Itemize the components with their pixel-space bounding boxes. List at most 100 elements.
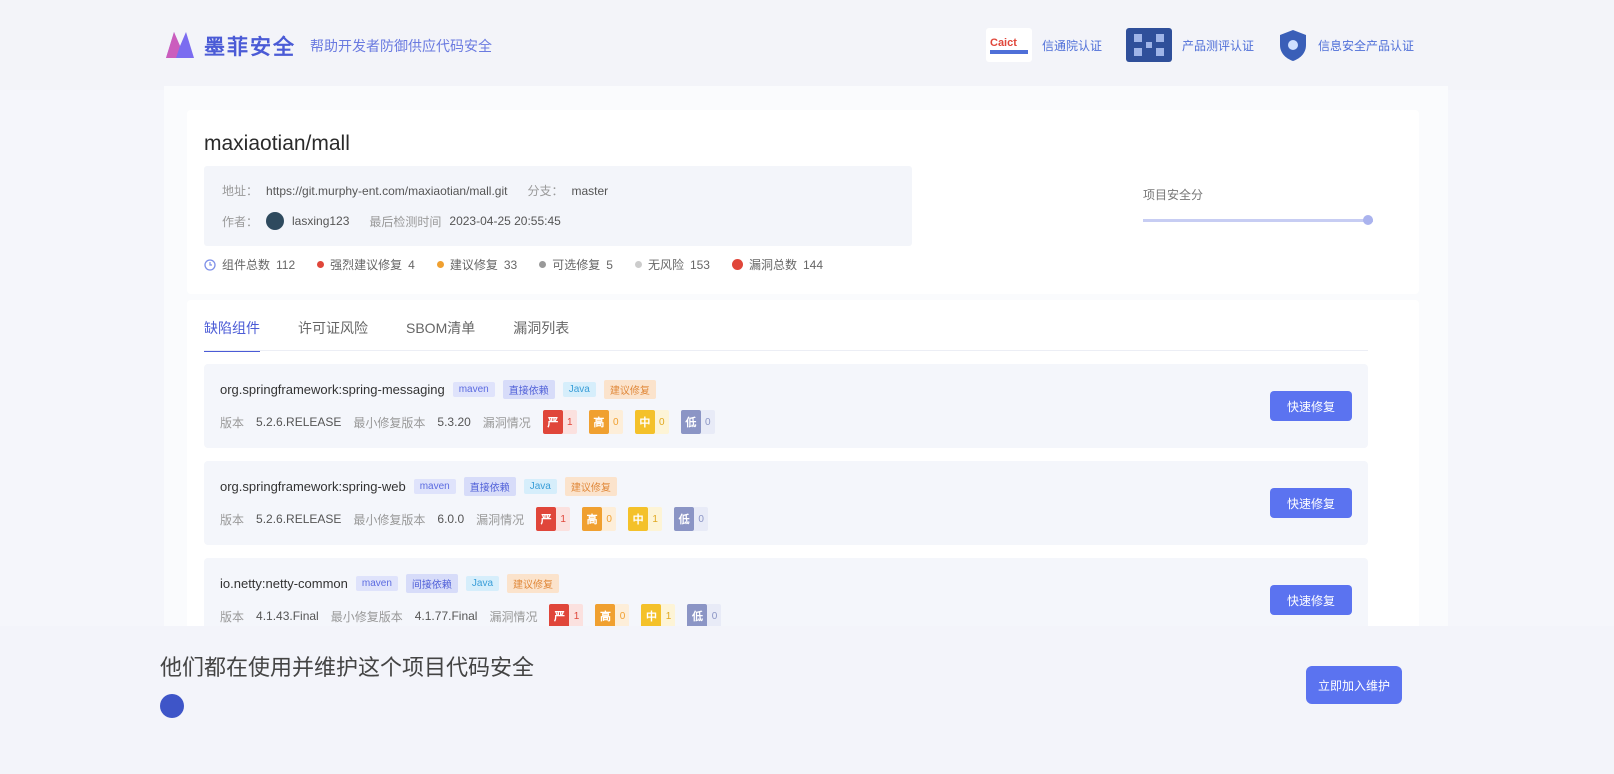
min-fix-version: 5.3.20 [437, 415, 471, 429]
severity-high-count: 0 [608, 410, 623, 434]
severity-high-letter: 高 [588, 410, 609, 434]
severity-high-letter: 高 [595, 604, 616, 628]
severity-critical-letter: 严 [542, 410, 563, 434]
certification-badges: Caict 信通院认证 产品测评认证 信息安全产品认证 [985, 28, 1414, 62]
tab-divider [204, 350, 1368, 351]
current-version: 4.1.43.Final [256, 609, 319, 623]
join-maintain-button[interactable]: 立即加入维护 [1306, 666, 1402, 704]
stat-label: 漏洞总数 [748, 258, 797, 272]
dependency-name[interactable]: org.springframework:spring-messaging [220, 382, 445, 397]
dependency-header: org.springframework:spring-messaging mav… [220, 380, 656, 399]
caict-logo-icon: Caict [985, 28, 1032, 62]
tab-license-risk[interactable]: 许可证风险 [298, 318, 368, 352]
repo-owner-row: 作者： lasxing123 最后检测时间 2023-04-25 20:55:4… [222, 212, 561, 230]
severity-critical: 严1 [542, 410, 577, 434]
top-header: 墨菲安全 帮助开发者防御供应代码安全 Caict 信通院认证 产品测评认证 信息… [0, 0, 1614, 90]
badge-caict-label: 信通院认证 [1041, 38, 1102, 53]
severity-medium: 中1 [628, 507, 663, 531]
maintainer-avatar[interactable] [160, 694, 184, 718]
severity-dot-icon [634, 261, 642, 268]
repo-info-box: 地址： https://git.murphy-ent.com/maxiaotia… [204, 166, 912, 246]
murphy-logo-icon [166, 32, 194, 58]
badge-security-label: 信息安全产品认证 [1317, 38, 1414, 53]
severity-medium-count: 0 [654, 410, 669, 434]
repo-owner[interactable]: lasxing123 [292, 214, 349, 228]
dependency-item: org.springframework:spring-web maven 直接依… [204, 461, 1368, 545]
tag-dependency-type: 直接依赖 [502, 380, 555, 399]
severity-low: 低0 [687, 604, 722, 628]
dependency-header: org.springframework:spring-web maven 直接依… [220, 477, 617, 496]
dependency-name[interactable]: org.springframework:spring-web [220, 479, 406, 494]
dependency-meta: 版本 5.2.6.RELEASE 最小修复版本 6.0.0 漏洞情况 严1 高0… [220, 507, 709, 531]
severity-high-count: 0 [602, 507, 617, 531]
tab-vulnerabilities[interactable]: 漏洞列表 [513, 318, 569, 352]
stat-strongly-fix: 强烈建议修复 4 [317, 256, 415, 273]
severity-low-count: 0 [707, 604, 722, 628]
owner-avatar [266, 212, 285, 230]
last-detect-time: 2023-04-25 20:55:45 [449, 214, 561, 228]
tag-dependency-type: 间接依赖 [405, 574, 458, 593]
severity-medium: 中1 [641, 604, 676, 628]
maintainers-title: 他们都在使用并维护这个项目代码安全 [160, 655, 535, 680]
quick-fix-button[interactable]: 快速修复 [1270, 488, 1352, 518]
quick-fix-button[interactable]: 快速修复 [1270, 391, 1352, 421]
severity-critical-letter: 严 [536, 507, 557, 531]
svg-text:Caict: Caict [990, 37, 1017, 49]
quick-fix-button[interactable]: 快速修复 [1270, 585, 1352, 615]
min-fix-label: 最小修复版本 [353, 512, 426, 527]
min-fix-version: 4.1.77.Final [414, 609, 478, 623]
severity-critical-count: 1 [562, 410, 577, 434]
stat-value: 153 [689, 257, 710, 272]
brand-slogan: 帮助开发者防御供应代码安全 [310, 38, 492, 54]
last-detect-label: 最后检测时间 [369, 214, 442, 229]
severity-medium: 中0 [634, 410, 669, 434]
repo-branch: master [571, 183, 609, 198]
stat-label: 组件总数 [222, 258, 271, 272]
owner-label: 作者： [222, 214, 259, 229]
security-score-label: 项目安全分 [1143, 188, 1204, 202]
severity-low: 低0 [680, 410, 715, 434]
tag-fix-level: 建议修复 [507, 574, 560, 593]
brand-name: 墨菲安全 [204, 36, 296, 59]
dependency-meta: 版本 5.2.6.RELEASE 最小修复版本 5.3.20 漏洞情况 严1 高… [220, 410, 715, 434]
stat-components: 组件总数 112 [204, 256, 295, 273]
clock-icon [204, 258, 216, 271]
tag-language: Java [523, 479, 557, 494]
severity-critical: 严1 [536, 507, 571, 531]
version-label: 版本 [220, 512, 245, 527]
dependency-item: org.springframework:spring-messaging mav… [204, 364, 1368, 448]
tag-ecosystem: maven [452, 382, 495, 397]
dependency-meta: 版本 4.1.43.Final 最小修复版本 4.1.77.Final 漏洞情况… [220, 604, 722, 628]
severity-low: 低0 [674, 507, 709, 531]
stat-label: 可选修复 [552, 258, 601, 272]
stat-label: 无风险 [647, 258, 684, 272]
severity-medium-letter: 中 [641, 604, 662, 628]
severity-medium-count: 1 [648, 507, 663, 531]
min-fix-label: 最小修复版本 [353, 415, 426, 430]
badge-caict[interactable]: Caict 信通院认证 [985, 28, 1102, 62]
stat-value: 144 [803, 257, 824, 272]
dependency-header: io.netty:netty-common maven 间接依赖 Java 建议… [220, 574, 560, 593]
stat-label: 建议修复 [449, 258, 498, 272]
badge-security[interactable]: 信息安全产品认证 [1278, 28, 1414, 62]
vuln-label: 漏洞情况 [489, 609, 538, 624]
repo-title: maxiaotian/mall [204, 132, 350, 155]
repo-address[interactable]: https://git.murphy-ent.com/maxiaotian/ma… [266, 184, 507, 198]
severity-medium-count: 1 [661, 604, 676, 628]
tab-sbom[interactable]: SBOM清单 [406, 318, 475, 352]
severity-high: 高0 [582, 507, 617, 531]
severity-high-letter: 高 [582, 507, 603, 531]
severity-low-letter: 低 [674, 507, 695, 531]
severity-low-count: 0 [700, 410, 715, 434]
badge-product-label: 产品测评认证 [1181, 38, 1254, 53]
version-label: 版本 [220, 609, 245, 624]
security-score-panel: 项目安全分 [1143, 186, 1373, 225]
tab-defective-components[interactable]: 缺陷组件 [204, 318, 260, 352]
badge-product[interactable]: 产品测评认证 [1125, 28, 1254, 62]
severity-high: 高0 [595, 604, 630, 628]
address-label: 地址： [222, 184, 259, 198]
dependency-name[interactable]: io.netty:netty-common [220, 576, 348, 591]
severity-low-count: 0 [694, 507, 709, 531]
stat-vulnerabilities: 漏洞总数 144 [731, 256, 824, 273]
brand-logo[interactable]: 墨菲安全 帮助开发者防御供应代码安全 [162, 28, 492, 64]
